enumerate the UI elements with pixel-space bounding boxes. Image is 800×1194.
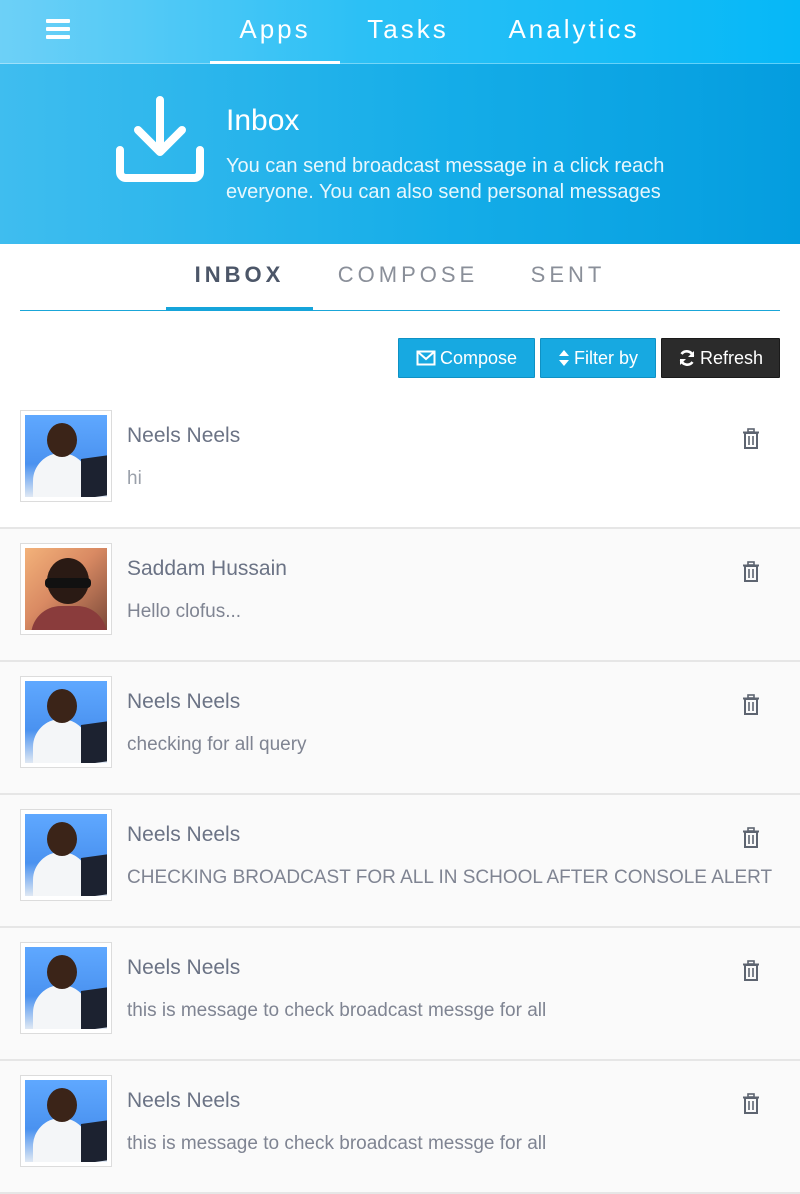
compose-button[interactable]: Compose [398,338,535,378]
page-description: You can send broadcast message in a clic… [226,155,665,203]
avatar [20,410,112,502]
trash-icon[interactable] [741,960,761,982]
refresh-button-label: Refresh [699,347,764,368]
trash-icon[interactable] [741,1093,761,1115]
compose-button-label: Compose [439,347,518,368]
trash-icon[interactable] [741,428,761,450]
top-bar: Apps Tasks Analytics [0,0,800,64]
page-title: Inbox [226,104,300,137]
message-item[interactable]: Neels Neels this is message to check bro… [0,928,800,1061]
filter-by-button[interactable]: Filter by [540,338,656,378]
message-preview: this is message to check broadcast messg… [127,1000,547,1021]
avatar [20,942,112,1034]
refresh-icon [678,349,696,367]
tab-compose[interactable]: COMPOSE [326,244,490,310]
tab-sent[interactable]: SENT [518,244,618,310]
message-sender: Saddam Hussain [127,557,287,580]
message-item[interactable]: Neels Neels CHECKING BROADCAST FOR ALL I… [0,795,800,928]
trash-icon[interactable] [741,694,761,716]
message-sender: Neels Neels [127,690,241,713]
refresh-button[interactable]: Refresh [661,338,780,378]
trash-icon[interactable] [741,827,761,849]
envelope-icon [416,350,436,366]
message-item[interactable]: Saddam Hussain Hello clofus... [0,529,800,662]
message-list: Neels Neels hi Saddam Hussain Hello clof… [0,396,800,1194]
message-sender: Neels Neels [127,1089,241,1112]
message-preview: checking for all query [127,734,307,755]
download-icon [116,96,204,182]
message-preview: Hello clofus... [127,601,242,622]
avatar [20,543,112,635]
tab-inbox[interactable]: INBOX [166,244,313,311]
hamburger-menu-icon[interactable] [46,19,70,39]
sort-icon [558,349,570,367]
top-nav-tasks[interactable]: Tasks [354,14,462,64]
top-nav-apps[interactable]: Apps [210,14,340,64]
message-sender: Neels Neels [127,823,241,846]
inbox-header-banner: Inbox You can send broadcast message in … [0,64,800,244]
filter-by-button-label: Filter by [573,347,638,368]
message-preview: this is message to check broadcast messg… [127,1133,547,1154]
inbox-tabs: INBOX COMPOSE SENT [20,244,780,311]
message-sender: Neels Neels [127,956,241,979]
trash-icon[interactable] [741,561,761,583]
message-item[interactable]: Neels Neels checking for all query [0,662,800,795]
message-sender: Neels Neels [127,424,241,447]
avatar [20,676,112,768]
avatar [20,1075,112,1167]
avatar [20,809,112,901]
message-item[interactable]: Neels Neels this is message to check bro… [0,1061,800,1194]
top-nav-analytics[interactable]: Analytics [496,14,652,64]
message-preview: hi [127,468,142,489]
message-item[interactable]: Neels Neels hi [0,396,800,529]
message-preview: CHECKING BROADCAST FOR ALL IN SCHOOL AFT… [127,867,773,888]
